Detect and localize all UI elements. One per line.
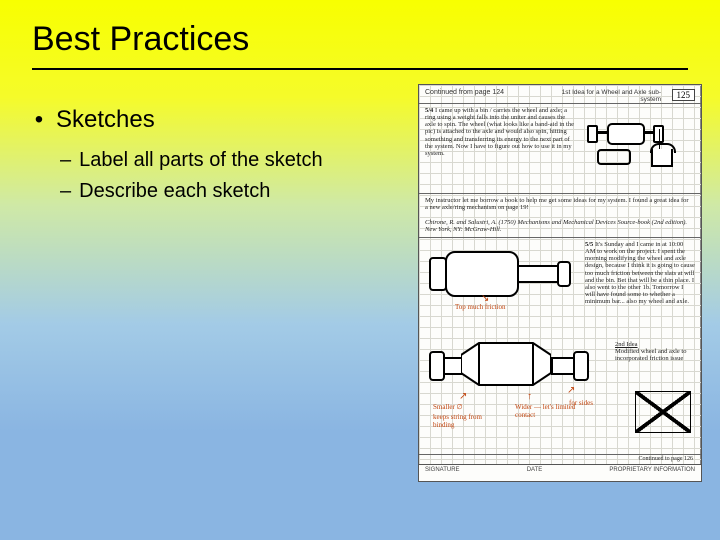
arrow-icon: ↘ [481, 293, 489, 304]
entry-1: 5/4 I came up with a bin / carries the w… [425, 107, 575, 157]
slide: Best Practices • Sketches – Label all pa… [0, 0, 720, 540]
wheel-icon [607, 123, 645, 145]
bullet-2a-text: Label all parts of the sketch [79, 148, 322, 173]
footer-signed: SIGNATURE [425, 467, 460, 481]
entry-3-text: It's Sunday and I came in at 10:00 AM to… [585, 241, 695, 305]
bullet-level-2: – Describe each sketch [60, 179, 392, 204]
rule-line [419, 193, 701, 194]
label-keeps: keeps string from binding [433, 413, 503, 429]
sketch-1 [591, 113, 691, 173]
side-note: 2nd Idea Modified wheel and axle to inco… [615, 341, 693, 362]
label-sides: for sides [569, 399, 593, 407]
axle-cap-icon [587, 125, 598, 143]
bullet-1-text: Sketches [56, 106, 155, 134]
footer-proprietary: PROPRIETARY INFORMATION [609, 467, 695, 481]
notebook-page-image: Continued from page 124 1st Idea for a W… [418, 84, 702, 482]
entry-1-date: 5/4 [425, 107, 433, 114]
rule-line [419, 103, 701, 104]
title-underline [32, 68, 688, 70]
shaft-icon [517, 265, 561, 283]
bullet-2b-text: Describe each sketch [79, 179, 270, 204]
label-smaller: Smaller ∅ [433, 403, 493, 411]
label-friction: Top much friction [455, 303, 505, 311]
side-note-title: 2nd Idea [615, 341, 638, 348]
weight-icon [597, 149, 631, 165]
bucket-icon [651, 149, 673, 167]
bullet-level-2: – Label all parts of the sketch [60, 148, 392, 173]
crossed-out-box-icon [635, 391, 691, 433]
dash-icon: – [60, 179, 71, 204]
dash-icon: – [60, 148, 71, 173]
sketch-2 [429, 247, 579, 301]
arrow-icon: ↗ [459, 391, 467, 402]
footer-date: DATE [527, 467, 543, 481]
arrow-icon: ↗ [567, 385, 575, 396]
body-text: • Sketches – Label all parts of the sket… [32, 106, 392, 210]
endcap-icon [573, 351, 589, 381]
rule-line [419, 454, 701, 455]
bullet-level-1: • Sketches [32, 106, 392, 134]
footer-continued: Continued to page 126 [639, 456, 694, 463]
page-header-right: 1st Idea for a Wheel and Axle sub-system [561, 89, 661, 103]
roller-icon [445, 251, 519, 297]
slide-title: Best Practices [32, 20, 249, 59]
bullet-dot-icon: • [32, 106, 46, 134]
entry-1-text: I came up with a bin / carries the wheel… [425, 107, 574, 157]
entry-3: 5/5 It's Sunday and I came in at 10:00 A… [585, 241, 695, 305]
side-note-text: Modified wheel and axle to incorporated … [615, 348, 686, 362]
entry-3-date: 5/5 [585, 241, 593, 248]
entry-2: My instructor let me borrow a book to he… [425, 197, 693, 211]
tapered-roller-icon [461, 341, 551, 387]
page-footer: SIGNATURE DATE PROPRIETARY INFORMATION [419, 464, 701, 481]
endcap-icon [557, 261, 571, 287]
citation: Chirone, R. and Salustri, A. (1750) Mech… [425, 219, 693, 233]
arrow-icon: ↑ [527, 391, 532, 402]
page-number: 125 [672, 89, 696, 101]
page-header-left: Continued from page 124 [425, 89, 504, 96]
rule-line [419, 237, 701, 238]
